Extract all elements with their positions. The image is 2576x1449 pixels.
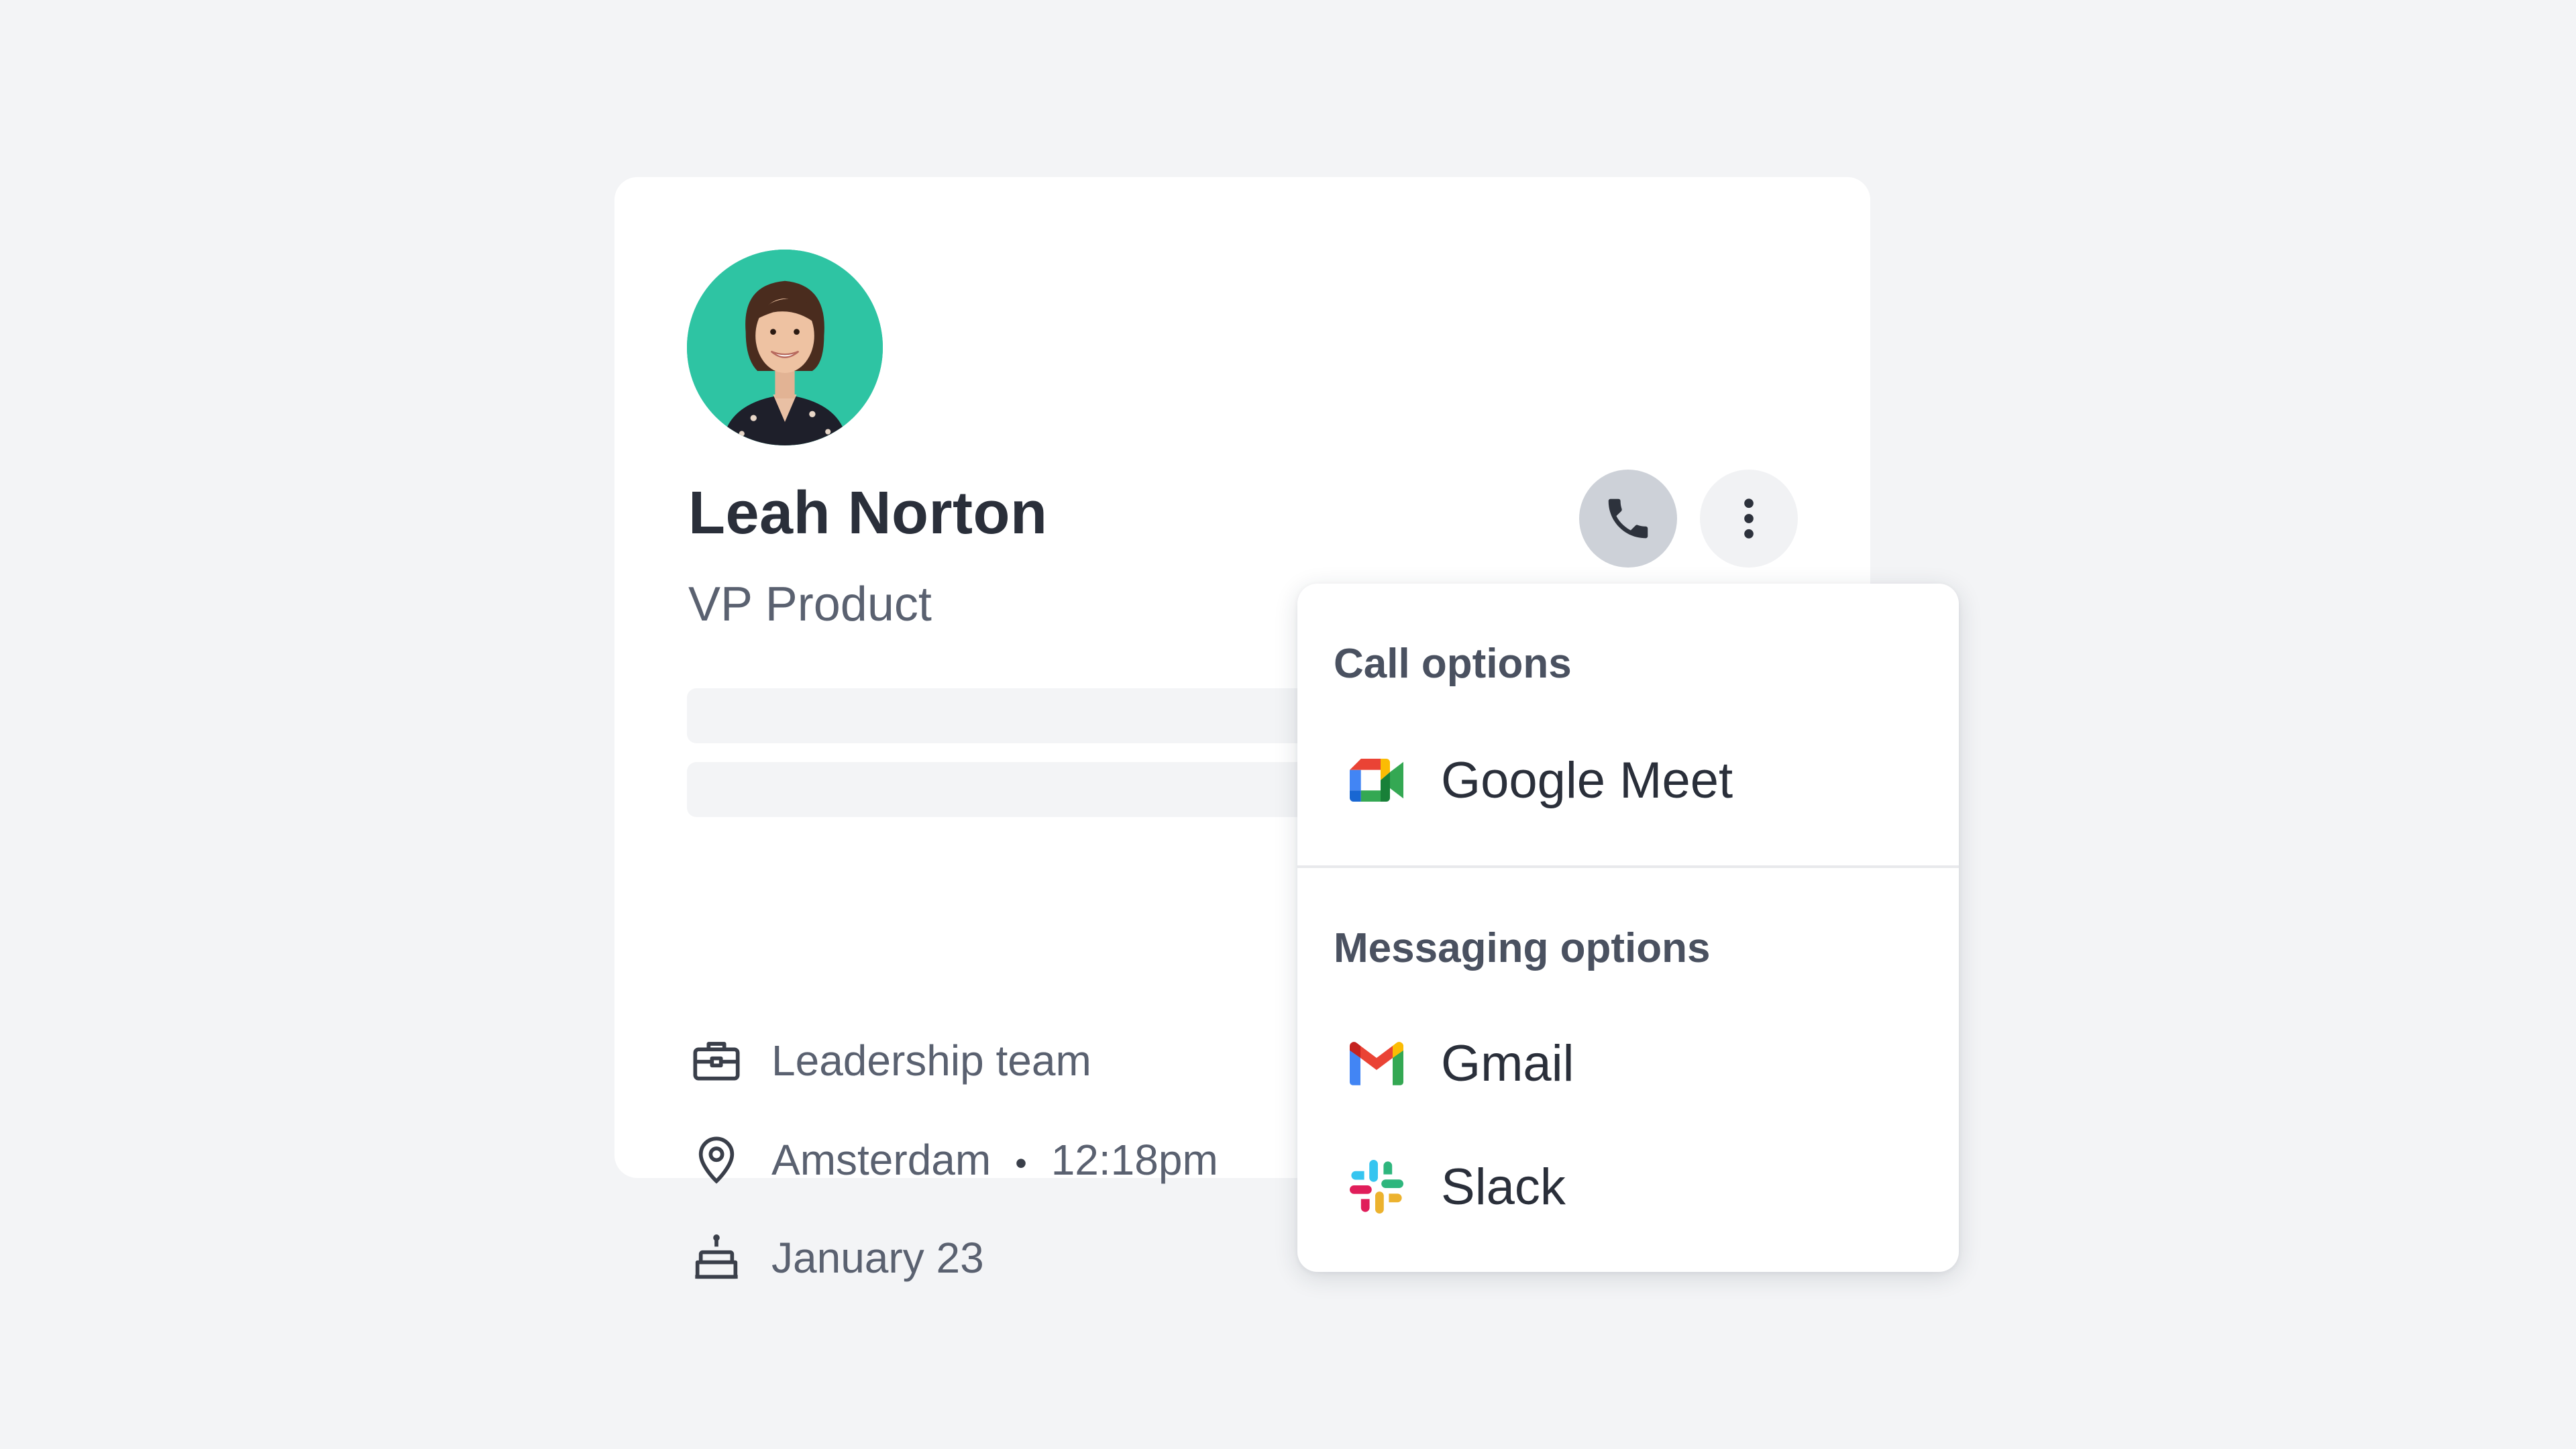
menu-item-gmail[interactable]: Gmail (1297, 1013, 1959, 1114)
phone-icon (1608, 498, 1648, 539)
content-placeholder (687, 762, 1364, 817)
briefcase-icon (687, 1031, 746, 1090)
map-pin-icon (687, 1130, 746, 1189)
avatar-photo (687, 250, 883, 445)
call-button[interactable] (1579, 470, 1677, 568)
birthday-row: January 23 (687, 1228, 984, 1288)
messaging-options-heading: Messaging options (1334, 925, 1711, 971)
birthday-label: January 23 (771, 1234, 984, 1282)
location-label: Amsterdam (771, 1136, 991, 1184)
section-divider (1297, 865, 1959, 868)
cake-icon (687, 1228, 746, 1287)
team-label: Leadership team (771, 1036, 1091, 1085)
google-meet-icon (1344, 748, 1409, 812)
menu-item-slack[interactable]: Slack (1297, 1136, 1959, 1237)
contact-options-dropdown: Call options Google Meet Messaging optio… (1297, 584, 1959, 1272)
slack-icon (1344, 1155, 1409, 1219)
more-options-button[interactable] (1700, 470, 1798, 568)
avatar (687, 250, 883, 445)
separator-dot: • (1015, 1144, 1027, 1183)
location-row: Amsterdam • 12:18pm (687, 1130, 1218, 1190)
more-vertical-icon (1744, 498, 1754, 539)
gmail-icon (1344, 1031, 1409, 1095)
menu-item-label: Google Meet (1441, 751, 1733, 809)
call-options-heading: Call options (1334, 641, 1572, 687)
profile-name: Leah Norton (688, 480, 1048, 547)
menu-item-label: Slack (1441, 1158, 1566, 1216)
menu-item-label: Gmail (1441, 1034, 1574, 1092)
local-time-label: 12:18pm (1051, 1136, 1218, 1184)
team-row: Leadership team (687, 1030, 1091, 1091)
profile-title: VP Product (688, 578, 932, 631)
menu-item-google-meet[interactable]: Google Meet (1297, 730, 1959, 830)
content-placeholder (687, 688, 1364, 743)
